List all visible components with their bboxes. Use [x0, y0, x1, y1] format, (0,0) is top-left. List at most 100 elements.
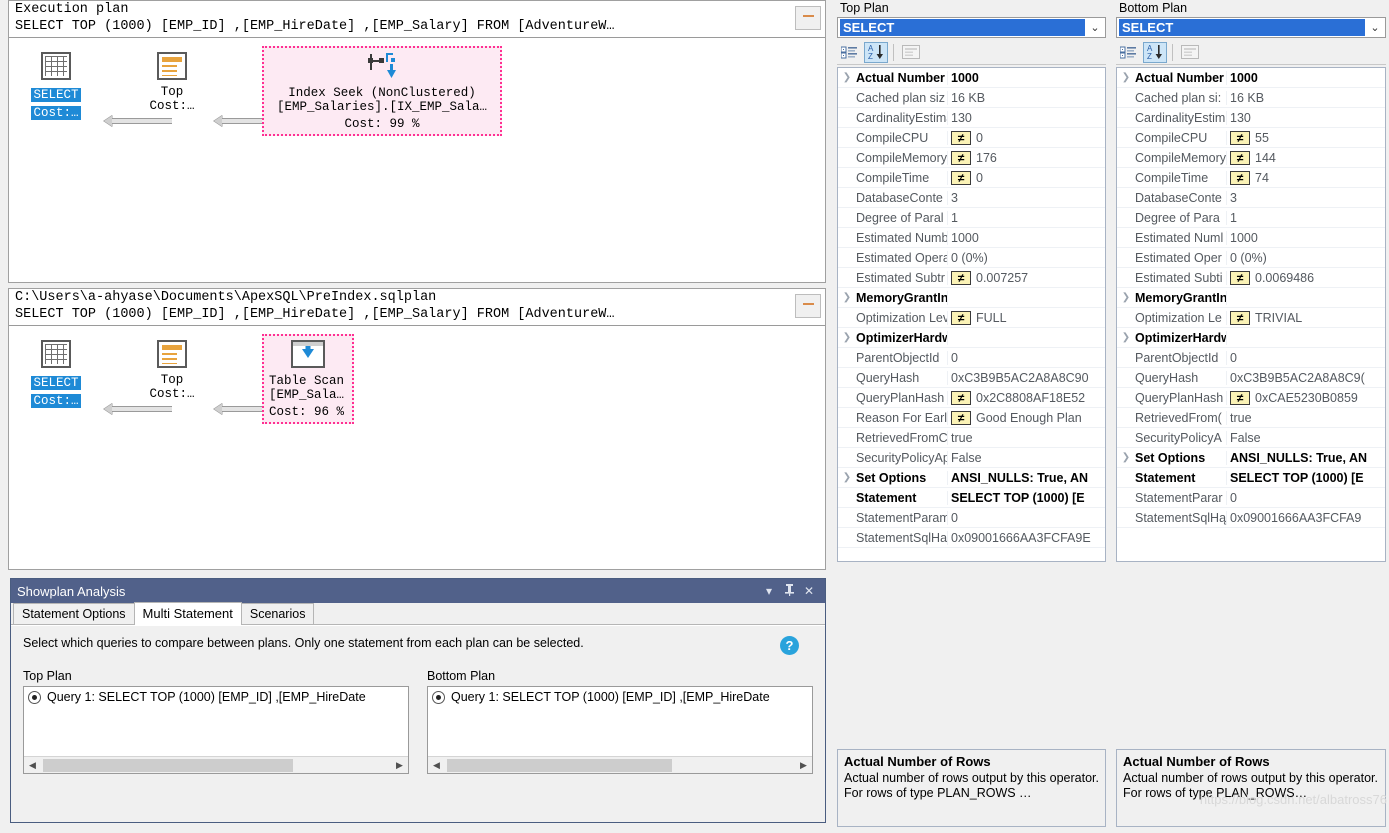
- property-row[interactable]: Estimated Oper0 (0%): [1117, 248, 1385, 268]
- top-plan-listbox[interactable]: Query 1: SELECT TOP (1000) [EMP_ID] ,[EM…: [23, 686, 409, 774]
- property-row[interactable]: Optimization Le≠TRIVIAL: [1117, 308, 1385, 328]
- expand-chevron-icon[interactable]: ❯: [838, 332, 856, 343]
- pin-icon[interactable]: [779, 584, 799, 599]
- property-row[interactable]: Degree of Para1: [1117, 208, 1385, 228]
- tab-scenarios[interactable]: Scenarios: [241, 603, 315, 624]
- property-row[interactable]: DatabaseConte3: [838, 188, 1105, 208]
- expand-chevron-icon[interactable]: ❯: [1117, 292, 1135, 303]
- property-row[interactable]: SecurityPolicyAFalse: [1117, 428, 1385, 448]
- property-row[interactable]: CompileCPU≠55: [1117, 128, 1385, 148]
- property-row[interactable]: Estimated Numb1000: [838, 228, 1105, 248]
- window-dropdown-icon[interactable]: ▾: [759, 584, 779, 598]
- property-row[interactable]: Estimated Subtr≠0.007257: [838, 268, 1105, 288]
- property-row[interactable]: ParentObjectId0: [838, 348, 1105, 368]
- property-row[interactable]: CardinalityEstimą130: [838, 108, 1105, 128]
- property-row[interactable]: QueryPlanHash≠0x2C8808AF18E52: [838, 388, 1105, 408]
- expand-chevron-icon[interactable]: ❯: [1117, 452, 1135, 463]
- property-row[interactable]: DatabaseConte3: [1117, 188, 1385, 208]
- expand-chevron-icon[interactable]: ❯: [1117, 332, 1135, 343]
- property-row[interactable]: CardinalityEstim130: [1117, 108, 1385, 128]
- categorized-icon[interactable]: [1116, 42, 1140, 63]
- tab-statement-options[interactable]: Statement Options: [13, 603, 135, 624]
- property-row[interactable]: ParentObjectId0: [1117, 348, 1385, 368]
- tab-multi-statement[interactable]: Multi Statement: [134, 602, 242, 625]
- scroll-track[interactable]: [41, 758, 391, 773]
- alphabetical-sort-icon[interactable]: AZ: [1143, 42, 1167, 63]
- scroll-track[interactable]: [445, 758, 795, 773]
- property-row[interactable]: CompileMemory≠176: [838, 148, 1105, 168]
- property-row[interactable]: ❯MemoryGrantIn: [1117, 288, 1385, 308]
- property-row[interactable]: ❯Actual Number (1000: [838, 68, 1105, 88]
- alphabetical-sort-icon[interactable]: AZ: [864, 42, 888, 63]
- top-plan-object-combo[interactable]: SELECT ⌄: [837, 17, 1106, 38]
- scroll-thumb[interactable]: [43, 759, 293, 772]
- plan-node-select-top[interactable]: SELECT Cost:…: [17, 52, 95, 121]
- scroll-right-icon[interactable]: ▶: [391, 760, 408, 771]
- property-row[interactable]: RetrievedFromCtrue: [838, 428, 1105, 448]
- property-row[interactable]: Degree of Paral1: [838, 208, 1105, 228]
- expand-chevron-icon[interactable]: ❯: [838, 292, 856, 303]
- collapse-button-top[interactable]: [795, 6, 821, 30]
- property-row[interactable]: ❯Set OptionsANSI_NULLS: True, AN: [1117, 448, 1385, 468]
- property-row[interactable]: CompileTime≠74: [1117, 168, 1385, 188]
- close-icon[interactable]: ✕: [799, 584, 819, 598]
- property-row[interactable]: SecurityPolicyApFalse: [838, 448, 1105, 468]
- property-row[interactable]: ❯OptimizerHardw: [838, 328, 1105, 348]
- plan-node-index-seek[interactable]: Index Seek (NonClustered) [EMP_Salaries]…: [262, 46, 502, 136]
- expand-chevron-icon[interactable]: ❯: [838, 472, 856, 483]
- property-row[interactable]: ❯Set OptionsANSI_NULLS: True, AN: [838, 468, 1105, 488]
- property-row[interactable]: Cached plan siz16 KB: [838, 88, 1105, 108]
- property-row[interactable]: Cached plan si:16 KB: [1117, 88, 1385, 108]
- property-row[interactable]: QueryHash0xC3B9B5AC2A8A8C90: [838, 368, 1105, 388]
- property-row[interactable]: Optimization Lev≠FULL: [838, 308, 1105, 328]
- bottom-plan-object-combo[interactable]: SELECT ⌄: [1116, 17, 1386, 38]
- plan-canvas-top[interactable]: SELECT Cost:… Top Cost:…: [9, 38, 825, 276]
- scroll-left-icon[interactable]: ◀: [24, 760, 41, 771]
- property-pages-icon[interactable]: [1178, 42, 1202, 63]
- radio-button[interactable]: [432, 691, 445, 704]
- property-row[interactable]: ❯MemoryGrantInf: [838, 288, 1105, 308]
- property-row[interactable]: StatementSqlHą0x09001666AA3FCFA9: [1117, 508, 1385, 528]
- property-row[interactable]: StatementParam0: [838, 508, 1105, 528]
- radio-button[interactable]: [28, 691, 41, 704]
- property-row[interactable]: StatementParar0: [1117, 488, 1385, 508]
- help-icon[interactable]: ?: [780, 636, 799, 655]
- property-row[interactable]: StatementSqlHa0x09001666AA3FCFA9E: [838, 528, 1105, 548]
- property-row[interactable]: StatementSELECT TOP (1000) [E: [838, 488, 1105, 508]
- property-row[interactable]: QueryHash0xC3B9B5AC2A8A8C9(: [1117, 368, 1385, 388]
- property-row[interactable]: ❯Actual Number1000: [1117, 68, 1385, 88]
- property-row[interactable]: Estimated Subti≠0.0069486: [1117, 268, 1385, 288]
- property-row[interactable]: QueryPlanHash≠0xCAE5230B0859: [1117, 388, 1385, 408]
- horizontal-scrollbar[interactable]: ◀ ▶: [24, 756, 408, 773]
- plan-node-table-scan[interactable]: Table Scan [EMP_Sala… Cost: 96 %: [262, 334, 354, 424]
- property-row[interactable]: CompileCPU≠0: [838, 128, 1105, 148]
- categorized-icon[interactable]: [837, 42, 861, 63]
- scroll-thumb[interactable]: [447, 759, 672, 772]
- bottom-plan-listbox[interactable]: Query 1: SELECT TOP (1000) [EMP_ID] ,[EM…: [427, 686, 813, 774]
- property-row[interactable]: CompileMemory≠144: [1117, 148, 1385, 168]
- property-row[interactable]: Estimated Opera0 (0%): [838, 248, 1105, 268]
- property-row[interactable]: Reason For Earl≠Good Enough Plan: [838, 408, 1105, 428]
- scroll-right-icon[interactable]: ▶: [795, 760, 812, 771]
- chevron-down-icon[interactable]: ⌄: [1365, 21, 1385, 34]
- collapse-button-bottom[interactable]: [795, 294, 821, 318]
- property-row[interactable]: CompileTime≠0: [838, 168, 1105, 188]
- chevron-down-icon[interactable]: ⌄: [1085, 21, 1105, 34]
- expand-chevron-icon[interactable]: ❯: [1117, 72, 1135, 83]
- property-pages-icon[interactable]: [899, 42, 923, 63]
- plan-node-top-bottom[interactable]: Top Cost:…: [137, 340, 207, 401]
- property-row[interactable]: Estimated Numl1000: [1117, 228, 1385, 248]
- plan-canvas-bottom[interactable]: SELECT Cost:… Top Cost:… Table Scan [EM: [9, 326, 825, 563]
- top-plan-property-grid[interactable]: ❯Actual Number (1000Cached plan siz16 KB…: [837, 67, 1106, 562]
- property-row[interactable]: StatementSELECT TOP (1000) [E: [1117, 468, 1385, 488]
- plan-node-select-bottom[interactable]: SELECT Cost:…: [17, 340, 95, 409]
- scroll-left-icon[interactable]: ◀: [428, 760, 445, 771]
- list-item[interactable]: Query 1: SELECT TOP (1000) [EMP_ID] ,[EM…: [24, 687, 408, 707]
- expand-chevron-icon[interactable]: ❯: [838, 72, 856, 83]
- list-item[interactable]: Query 1: SELECT TOP (1000) [EMP_ID] ,[EM…: [428, 687, 812, 707]
- bottom-plan-property-grid[interactable]: ❯Actual Number1000Cached plan si:16 KBCa…: [1116, 67, 1386, 562]
- property-row[interactable]: RetrievedFrom(true: [1117, 408, 1385, 428]
- property-row[interactable]: ❯OptimizerHardw: [1117, 328, 1385, 348]
- horizontal-scrollbar[interactable]: ◀ ▶: [428, 756, 812, 773]
- plan-node-top-top[interactable]: Top Cost:…: [137, 52, 207, 113]
